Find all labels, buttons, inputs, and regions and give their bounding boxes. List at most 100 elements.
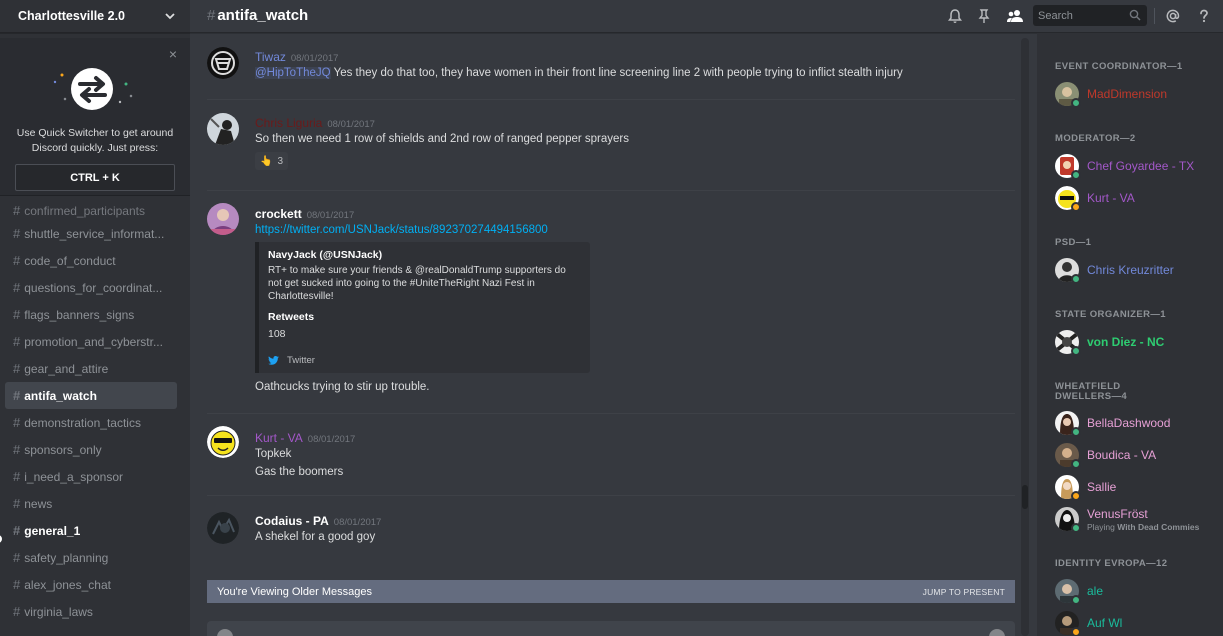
twitter-embed: NavyJack (@USNJack) RT+ to make sure you… xyxy=(255,242,590,373)
message: Tiwaz 08/01/2017 @HipToTheJQ Yes they do… xyxy=(207,41,1015,91)
member-item[interactable]: Sallie xyxy=(1055,475,1223,501)
channel-item[interactable]: # promotion_and_cyberstr... xyxy=(5,328,177,355)
bell-icon[interactable] xyxy=(947,8,963,24)
member-item[interactable]: Kurt - VA xyxy=(1055,186,1223,212)
member-item[interactable]: Boudica - VA xyxy=(1055,443,1223,469)
search-input[interactable] xyxy=(1033,5,1123,26)
embed-author[interactable]: NavyJack (@USNJack) xyxy=(268,249,580,261)
message-author[interactable]: Kurt - VA xyxy=(255,431,303,445)
message: crockett 08/01/2017 https://twitter.com/… xyxy=(207,190,1015,411)
channel-item-unread[interactable]: # general_1 xyxy=(5,517,177,544)
member-name: MadDimension xyxy=(1087,87,1168,101)
hash-icon: # xyxy=(13,469,21,484)
message-timestamp: 08/01/2017 xyxy=(333,517,382,528)
jump-to-present-button[interactable]: JUMP TO PRESENT xyxy=(923,587,1005,597)
upload-plus-icon[interactable] xyxy=(217,629,233,636)
member-item[interactable]: BellaDashwood xyxy=(1055,411,1223,437)
message-content: Oathcucks trying to stir up trouble. xyxy=(255,381,430,393)
message-author[interactable]: Tiwaz xyxy=(255,50,286,64)
member-item[interactable]: Auf Wl xyxy=(1055,611,1223,636)
message-content: A shekel for a good goy xyxy=(255,531,376,543)
channel-list: # confirmed_participants # shuttle_service… xyxy=(0,196,190,625)
search-icon xyxy=(1129,9,1141,21)
message-author[interactable]: crockett xyxy=(255,207,302,221)
channel-sidebar: Charlottesville 2.0 × Use Quick Switcher… xyxy=(0,0,190,636)
message-timestamp: 08/01/2017 xyxy=(307,434,356,445)
avatar[interactable] xyxy=(207,426,239,458)
message-composer[interactable] xyxy=(207,621,1015,636)
server-name: Charlottesville 2.0 xyxy=(18,9,125,23)
member-item[interactable]: MadDimension xyxy=(1055,82,1223,108)
member-list: EVENT COORDINATOR—1 MadDimension MODERAT… xyxy=(1037,33,1223,636)
channel-item[interactable]: # safety_planning xyxy=(5,544,177,571)
message-content: Topkek xyxy=(255,448,292,460)
older-messages-bar[interactable]: You're Viewing Older Messages JUMP TO PR… xyxy=(207,580,1015,603)
member-item[interactable]: Chris Kreuzritter xyxy=(1055,258,1223,284)
quick-switcher-text: Use Quick Switcher to get around Discord… xyxy=(16,127,174,154)
hash-icon: # xyxy=(13,361,21,376)
message-timestamp: 08/01/2017 xyxy=(327,119,375,130)
member-item[interactable]: VenusFröst Playing With Dead Commies xyxy=(1055,507,1223,533)
member-name: Boudica - VA xyxy=(1087,448,1157,462)
hash-icon: # xyxy=(13,604,21,619)
channel-item[interactable]: # shuttle_service_informat... xyxy=(5,220,177,247)
user-mention[interactable]: @HipToTheJQ xyxy=(255,67,331,79)
avatar[interactable] xyxy=(207,512,239,544)
channel-item[interactable]: # news xyxy=(5,490,177,517)
role-header: PSD—1 xyxy=(1055,237,1092,248)
online-status-icon xyxy=(1071,459,1081,469)
channel-item[interactable]: # sponsors_only xyxy=(5,436,177,463)
server-header[interactable]: Charlottesville 2.0 xyxy=(0,0,190,33)
hash-icon: # xyxy=(13,334,21,349)
channel-item[interactable]: # virginia_laws xyxy=(5,598,177,625)
message: Codaius - PA 08/01/2017 A shekel for a g… xyxy=(207,495,1015,565)
channel-item[interactable]: # confirmed_participants xyxy=(5,196,177,220)
member-item[interactable]: ale xyxy=(1055,579,1223,605)
message-timestamp: 08/01/2017 xyxy=(290,53,339,64)
scrollbar-thumb[interactable] xyxy=(1022,485,1028,509)
author-line: crockett 08/01/2017 xyxy=(255,207,1015,221)
channel-item[interactable]: # code_of_conduct xyxy=(5,247,177,274)
avatar[interactable] xyxy=(207,47,239,79)
scrollbar-track[interactable] xyxy=(1021,38,1029,636)
member-item[interactable]: Chef Goyardee - TX xyxy=(1055,154,1223,180)
channel-item[interactable]: # i_need_a_sponsor xyxy=(5,463,177,490)
help-icon[interactable] xyxy=(1196,8,1212,24)
quick-switcher-shortcut[interactable]: CTRL + K xyxy=(15,164,175,191)
message-timestamp: 08/01/2017 xyxy=(306,210,355,221)
avatar[interactable] xyxy=(207,203,239,235)
idle-status-icon xyxy=(1071,202,1081,212)
quick-switcher-tip: × Use Quick Switcher to get around Disco… xyxy=(0,38,190,196)
hash-icon: # xyxy=(13,577,21,592)
member-name: BellaDashwood xyxy=(1087,416,1171,430)
members-icon[interactable] xyxy=(1006,8,1024,24)
member-item[interactable]: von Diez - NC xyxy=(1055,330,1223,356)
close-icon[interactable]: × xyxy=(169,47,177,61)
message-author[interactable]: Codaius - PA xyxy=(255,514,329,528)
channel-item[interactable]: # flags_banners_signs xyxy=(5,301,177,328)
reaction[interactable]: 👆 3 xyxy=(255,152,289,170)
message-author[interactable]: Chris Liguria xyxy=(255,116,322,130)
search-box[interactable] xyxy=(1033,5,1147,26)
emoji-picker-icon[interactable] xyxy=(989,629,1005,636)
channel-item[interactable]: # alex_jones_chat xyxy=(5,571,177,598)
reaction-count: 3 xyxy=(277,155,284,167)
member-activity: Playing With Dead Commies xyxy=(1087,522,1200,532)
pin-icon[interactable] xyxy=(976,8,992,24)
channel-item-active[interactable]: # antifa_watch xyxy=(5,382,177,409)
channel-item[interactable]: # demonstration_tactics xyxy=(5,409,177,436)
point-up-emoji-icon: 👆 xyxy=(260,155,273,167)
mentions-icon[interactable] xyxy=(1165,8,1181,24)
channel-header: # antifa_watch xyxy=(190,0,1223,33)
message-body: Kurt - VA 08/01/2017 Topkek Gas the boom… xyxy=(255,431,1015,481)
channel-item[interactable]: # gear_and_attire xyxy=(5,355,177,382)
author-line: Chris Liguria 08/01/2017 xyxy=(255,116,1015,130)
member-name: Chris Kreuzritter xyxy=(1087,263,1174,277)
channel-item[interactable]: # questions_for_coordinat... xyxy=(5,274,177,301)
tweet-link[interactable]: https://twitter.com/USNJack/status/89237… xyxy=(255,224,548,236)
idle-status-icon xyxy=(1071,491,1081,501)
role-header: WHEATFIELD DWELLERS—4 xyxy=(1055,381,1128,402)
message-content: Gas the boomers xyxy=(255,466,344,478)
embed-field-name: Retweets xyxy=(268,311,315,323)
avatar[interactable] xyxy=(207,113,239,145)
